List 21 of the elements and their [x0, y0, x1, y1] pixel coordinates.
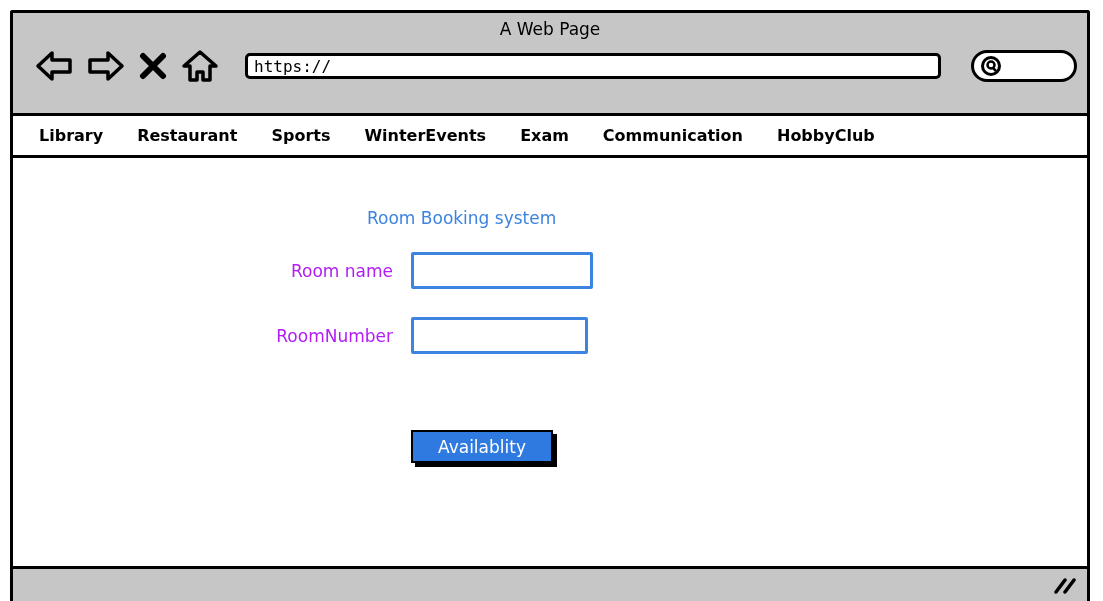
resize-grip-icon[interactable]	[1053, 576, 1077, 594]
field-label: RoomNumber	[276, 325, 393, 346]
menu-item[interactable]: Exam	[520, 126, 569, 145]
search-icon	[980, 55, 1002, 77]
field-label: Room name	[290, 260, 393, 281]
url-field[interactable]: https://	[245, 53, 941, 79]
home-icon[interactable]	[181, 49, 219, 83]
menu-item[interactable]: Library	[39, 126, 104, 145]
menu-item[interactable]: Sports	[271, 126, 331, 145]
close-icon[interactable]	[139, 52, 167, 80]
input-field[interactable]	[411, 317, 588, 354]
input-field[interactable]	[411, 252, 593, 289]
menu-item[interactable]: Communication	[602, 126, 743, 145]
menu-item[interactable]: Restaurant	[137, 126, 238, 145]
form-title: Room Booking system	[367, 208, 557, 228]
forward-icon[interactable]	[87, 49, 125, 83]
window-title: A Web Page	[499, 18, 601, 39]
menu-item[interactable]: HobbyClub	[777, 126, 875, 145]
back-icon[interactable]	[35, 49, 73, 83]
search-field[interactable]	[971, 50, 1077, 82]
menu-item[interactable]: WinterEvents	[364, 126, 487, 145]
